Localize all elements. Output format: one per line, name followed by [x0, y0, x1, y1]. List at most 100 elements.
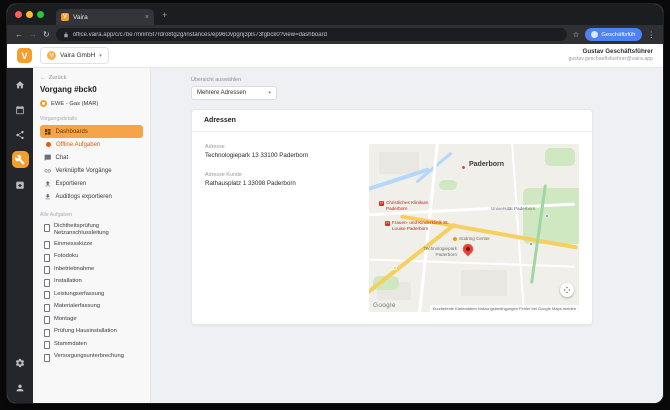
- nav-profile[interactable]: [12, 379, 29, 396]
- window-minimize-button[interactable]: [26, 11, 33, 18]
- sidebar-task-installation[interactable]: Installation: [40, 276, 143, 289]
- gear-icon: [15, 358, 25, 368]
- document-icon: [44, 279, 50, 287]
- card-title: Adressen: [192, 110, 592, 132]
- browser-window: V Vaira × + ← → ↻ office.vaira.app/c/c7b…: [7, 4, 663, 403]
- address-label: Adresse: [205, 144, 355, 150]
- sidebar-item-label: Auditlogs exportieren: [56, 194, 112, 200]
- adressen-card: Adressen Adresse Technologiepark 13 3310…: [191, 109, 593, 325]
- window-zoom-button[interactable]: [37, 11, 44, 18]
- map-pan-control[interactable]: [560, 283, 574, 297]
- section-vorgangsdetails: Vorgangsdetails: [40, 116, 143, 122]
- sidebar-item-offline-aufgaben[interactable]: Offline Aufgaben: [40, 138, 143, 151]
- new-tab-button[interactable]: +: [162, 10, 167, 20]
- lock-icon: [63, 32, 69, 38]
- nav-archive[interactable]: [12, 176, 29, 193]
- archive-icon: [15, 180, 25, 190]
- offline-dot-icon: [46, 142, 51, 147]
- process-item[interactable]: EWE - Gas (MAR): [40, 100, 143, 107]
- nav-calendar[interactable]: [12, 101, 29, 118]
- document-icon: [44, 316, 50, 324]
- forward-icon[interactable]: →: [29, 31, 37, 39]
- bookmark-star-icon[interactable]: ☆: [573, 31, 580, 39]
- vaira-logo: V: [17, 48, 32, 63]
- document-icon: [44, 224, 50, 232]
- download-icon: [44, 193, 52, 201]
- sidebar-item-label: Offline Aufgaben: [56, 142, 100, 148]
- profile-avatar-icon: [591, 31, 598, 38]
- browser-profile-button[interactable]: Geschäftsfüh: [585, 28, 641, 41]
- sidebar-task-pruefung-hausinstallation[interactable]: Prüfung Hausinstallation: [40, 326, 143, 339]
- sidebar-task-montage[interactable]: Montage: [40, 314, 143, 327]
- sidebar-task-fotodoku[interactable]: Fotodoku: [40, 251, 143, 264]
- page-title: Vorgang #bck0: [40, 85, 143, 94]
- sidebar-task-materialerfassung[interactable]: Materialerfassung: [40, 301, 143, 314]
- sidebar-item-auditlogs-exportieren[interactable]: Auditlogs exportieren: [40, 190, 143, 203]
- sidebar-item-chat[interactable]: Chat: [40, 151, 143, 164]
- city-marker-icon: [461, 165, 466, 170]
- sidebar-item-dashboards[interactable]: Dashboards: [40, 125, 143, 138]
- nav-workflows[interactable]: [12, 126, 29, 143]
- sidebar-task-leistungserfassung[interactable]: Leistungserfassung: [40, 289, 143, 302]
- user-name: Gustav Geschäftsführer: [569, 48, 653, 56]
- back-label: Zurück: [49, 75, 67, 81]
- map-park: [545, 148, 575, 166]
- browser-tab[interactable]: V Vaira ×: [56, 9, 154, 25]
- sidebar-item-verknuepfte-vorgaenge[interactable]: Verknüpfte Vorgänge: [40, 164, 143, 177]
- app-content: ← Zurück Vorgang #bck0 EWE - Gas (MAR) V…: [7, 68, 663, 403]
- back-link[interactable]: ← Zurück: [40, 75, 143, 81]
- pan-arrows-icon: [563, 286, 571, 294]
- destination-pin-icon: [461, 242, 475, 256]
- sidebar-item-exportieren[interactable]: Exportieren: [40, 177, 143, 190]
- address-value: Technologiepark 13 33100 Paderborn: [205, 152, 355, 159]
- sidebar-task-inbetriebnahme[interactable]: Inbetriebnahme: [40, 264, 143, 277]
- nav-rail: [7, 68, 33, 403]
- reload-icon[interactable]: ↻: [43, 31, 50, 39]
- user-icon: [15, 383, 25, 393]
- chat-bubble-icon: [44, 154, 52, 162]
- map-poi-destination: Technologiepark Paderborn: [411, 246, 457, 257]
- poi-dot-icon: [393, 266, 397, 270]
- map-poi-university: Universität Paderborn: [491, 206, 539, 212]
- google-map[interactable]: Paderborn H Christliches Klinikum Paderb…: [369, 144, 579, 312]
- sidebar-task-versorgungsunterbrechung[interactable]: Versorgungsunterbrechung: [40, 351, 143, 364]
- window-close-button[interactable]: [15, 11, 22, 18]
- sidebar-task-einmessskizze[interactable]: Einmessskizze: [40, 239, 143, 252]
- google-logo: Google: [373, 302, 396, 309]
- overview-select[interactable]: Mehrere Adressen ▾: [191, 86, 277, 100]
- export-icon: [44, 180, 52, 188]
- share-network-icon: [15, 130, 25, 140]
- company-selector[interactable]: V Vaira GmbH ▾: [40, 47, 109, 64]
- browser-toolbar: ← → ↻ office.vaira.app/c/c7be7mnm5f7rdro…: [7, 25, 663, 44]
- link-icon: [44, 167, 52, 175]
- nav-home[interactable]: [12, 76, 29, 93]
- user-menu[interactable]: Gustav Geschäftsführer gustav.geschaefts…: [569, 48, 653, 63]
- nav-settings[interactable]: [12, 354, 29, 371]
- sidebar-item-label: Chat: [56, 155, 69, 161]
- shopping-icon: [453, 237, 457, 241]
- poi-dot-icon: [545, 214, 549, 218]
- browser-menu-icon[interactable]: ⋮: [648, 31, 656, 39]
- profile-label: Geschäftsfüh: [601, 32, 635, 38]
- process-label: EWE - Gas (MAR): [51, 101, 98, 107]
- main-panel: Übersicht auswählen Mehrere Adressen ▾ A…: [151, 68, 663, 403]
- address-customer-value: Rathausplatz 1 33098 Paderborn: [205, 180, 355, 187]
- nav-operations-active[interactable]: [12, 151, 29, 168]
- tab-close-icon[interactable]: ×: [145, 14, 149, 21]
- address-bar[interactable]: office.vaira.app/c/c7be7mnm5f7rdro8tg2g/…: [56, 28, 567, 41]
- tab-title: Vaira: [73, 14, 88, 21]
- sidebar-task-dichtheitspruefung[interactable]: Dichtheitsprüfung Netzanschlussleitung: [40, 221, 143, 239]
- url-text: office.vaira.app/c/c7be7mnm5f7rdro8tg2g/…: [73, 32, 327, 38]
- app-header: V V Vaira GmbH ▾ Gustav Geschäftsführer …: [7, 44, 663, 68]
- document-icon: [44, 254, 50, 262]
- back-icon[interactable]: ←: [15, 31, 23, 39]
- sidebar: ← Zurück Vorgang #bck0 EWE - Gas (MAR) V…: [33, 68, 151, 403]
- user-email: gustav.geschaeftsfuehrer@vaira.app: [569, 56, 653, 63]
- sidebar-task-stammdaten[interactable]: Stammdaten: [40, 339, 143, 352]
- address-customer-label: Adresse Kunde: [205, 172, 355, 178]
- tab-strip: V Vaira × +: [7, 4, 663, 25]
- sidebar-item-label: Verknüpfte Vorgänge: [56, 168, 112, 174]
- map-attribution[interactable]: Kurzbefehle Kartendaten Nutzungsbedingun…: [430, 305, 579, 312]
- chevron-down-icon: ▾: [268, 90, 271, 96]
- window-controls: [15, 11, 44, 18]
